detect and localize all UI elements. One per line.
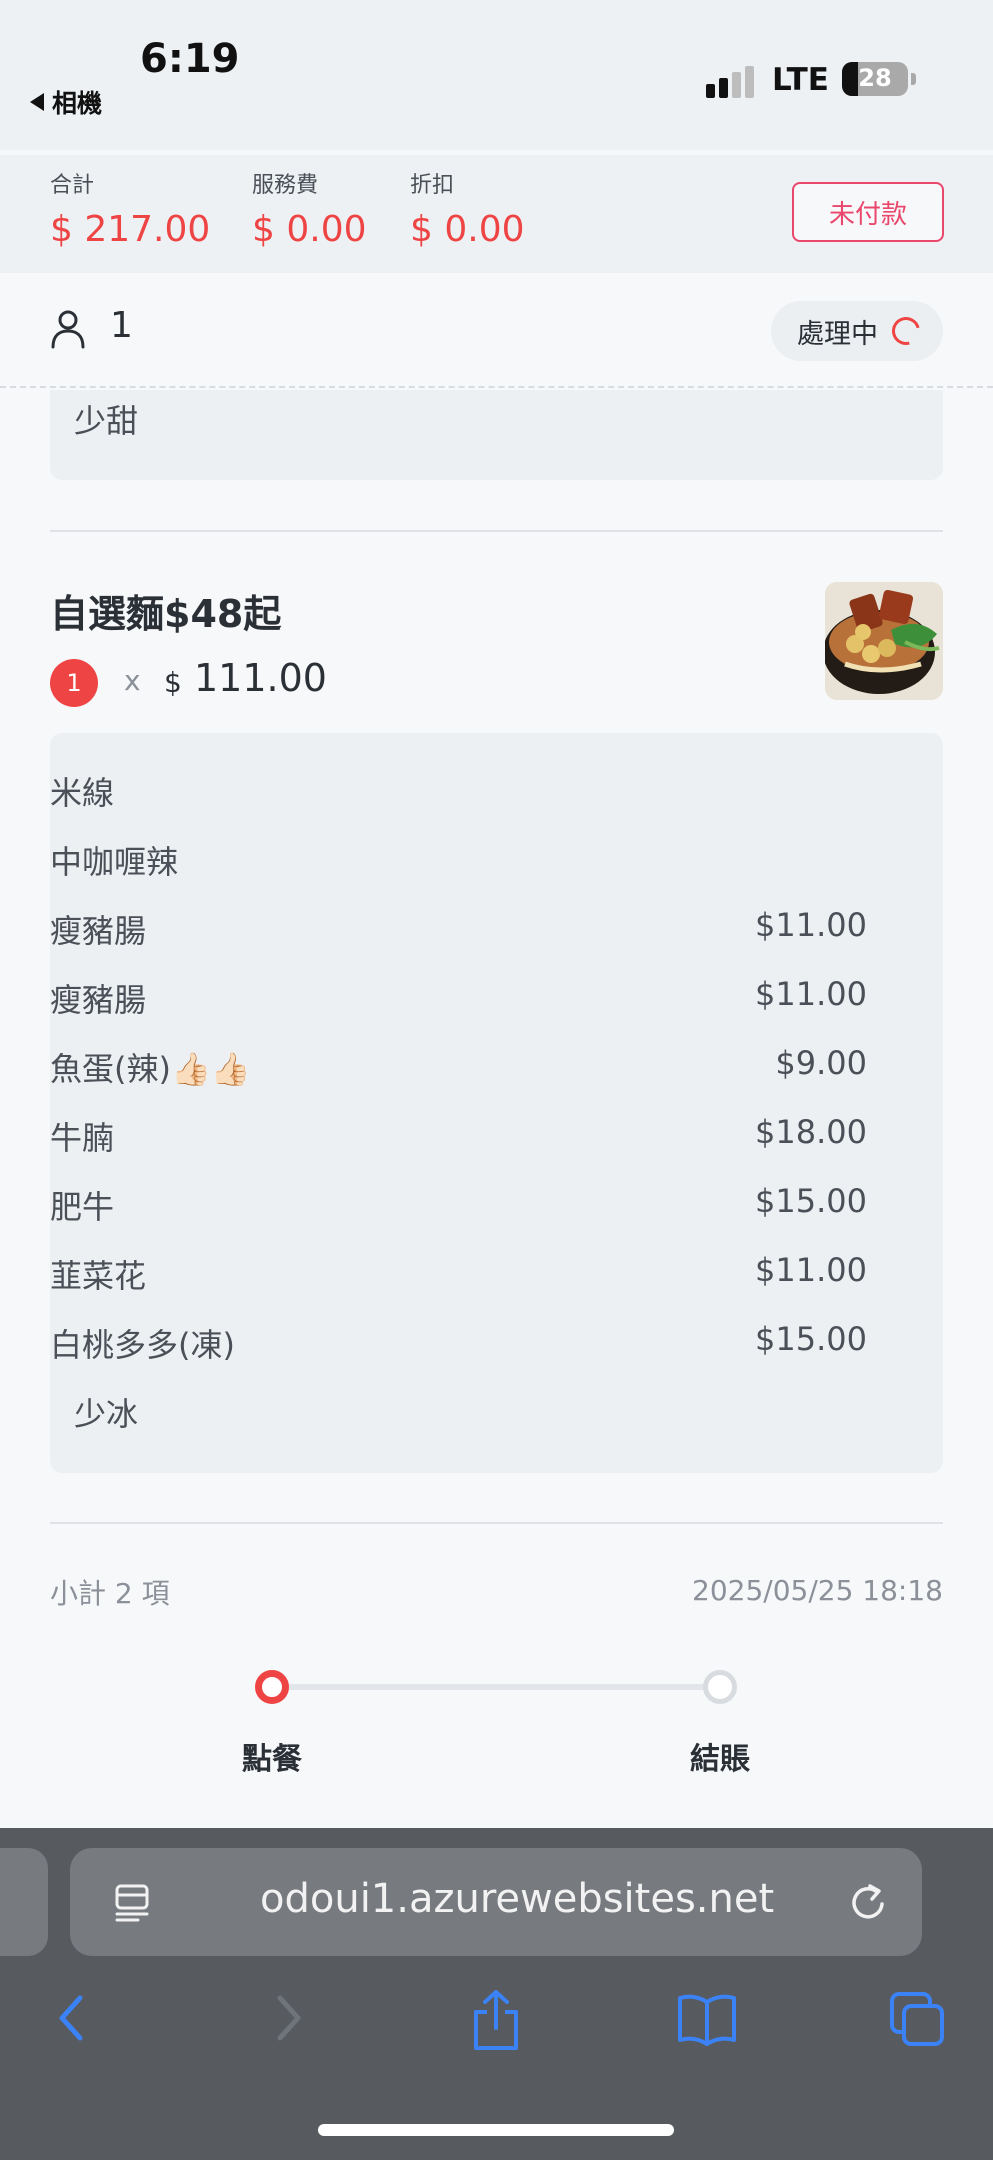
previous-tab-peek[interactable] xyxy=(0,1848,48,1956)
discount-value: $ 0.00 xyxy=(410,209,525,250)
battery-level: 28 xyxy=(858,64,892,92)
address-bar[interactable]: odoui1.azurewebsites.net xyxy=(70,1848,922,1956)
tabs-icon[interactable] xyxy=(888,1988,948,2048)
currency-symbol: $ xyxy=(164,666,182,699)
service-fee-label: 服務費 xyxy=(252,173,319,198)
option-name: 肥牛 xyxy=(50,1188,115,1226)
option-price: $11.00 xyxy=(755,975,867,1013)
guest-row: 1 處理中 xyxy=(0,273,993,388)
signal-icon xyxy=(706,66,758,98)
total-label: 合計 xyxy=(50,173,95,198)
battery-icon: 28 xyxy=(842,62,916,96)
share-icon[interactable] xyxy=(468,1988,524,2052)
service-fee-value: $ 0.00 xyxy=(252,209,367,250)
order-status-badge: 處理中 xyxy=(771,301,943,361)
service-fee-block: 服務費 $ 0.00 xyxy=(252,167,367,250)
home-indicator xyxy=(318,2124,674,2136)
back-icon[interactable] xyxy=(50,1988,94,2048)
option-name: 中咖喱辣 xyxy=(50,843,179,881)
browser-toolbar: odoui1.azurewebsites.net xyxy=(0,1828,993,2160)
option-price: $11.00 xyxy=(755,906,867,944)
step-order-dot xyxy=(255,1670,289,1704)
option-name: 瘦豬腸 xyxy=(50,912,147,950)
total-value: $ 217.00 xyxy=(50,209,211,250)
item-divider xyxy=(50,530,943,532)
option-price: $11.00 xyxy=(755,1251,867,1289)
total-block: 合計 $ 217.00 xyxy=(50,167,210,250)
url-text[interactable]: odoui1.azurewebsites.net xyxy=(260,1876,774,1922)
step-checkout-label: 結賬 xyxy=(690,1742,750,1777)
option-name: 瘦豬腸 xyxy=(50,981,147,1019)
item-price: 111.00 xyxy=(194,656,327,700)
quantity-badge: 1 xyxy=(50,659,98,707)
option-name: 少甜 xyxy=(74,402,139,440)
progress-track xyxy=(272,1684,720,1690)
forward-icon[interactable] xyxy=(266,1988,310,2048)
back-arrow-icon xyxy=(30,93,44,111)
step-order-label: 點餐 xyxy=(242,1742,302,1777)
option-name: 白桃多多(凍) xyxy=(50,1326,235,1364)
status-bar: 6:19 相機 LTE 28 xyxy=(0,0,993,150)
option-price: $15.00 xyxy=(755,1320,867,1358)
order-timestamp: 2025/05/25 18:18 xyxy=(692,1574,943,1607)
loading-spinner-icon xyxy=(886,311,926,351)
step-checkout-dot xyxy=(703,1670,737,1704)
option-price: $9.00 xyxy=(775,1044,867,1082)
option-name: 牛腩 xyxy=(50,1119,115,1157)
subtotal-count: 小計 2 項 xyxy=(50,1577,170,1610)
item-title: 自選麵$48起 xyxy=(50,592,282,636)
option-name: 米線 xyxy=(50,774,115,812)
back-to-app-link[interactable]: 相機 xyxy=(30,84,102,120)
option-name: 魚蛋(辣)👍🏻👍🏻 xyxy=(50,1050,251,1088)
network-type: LTE xyxy=(772,62,829,98)
discount-block: 折扣 $ 0.00 xyxy=(410,167,525,250)
guest-count: 1 xyxy=(110,305,133,346)
payment-status-button[interactable]: 未付款 xyxy=(792,182,944,242)
footer-divider xyxy=(50,1522,943,1524)
page-menu-icon[interactable] xyxy=(110,1880,154,1924)
status-time: 6:19 xyxy=(140,36,240,82)
option-name: 少冰 xyxy=(74,1395,139,1433)
option-price: $15.00 xyxy=(755,1182,867,1220)
back-app-label: 相機 xyxy=(52,89,103,118)
item-thumbnail xyxy=(825,582,943,700)
order-summary: 合計 $ 217.00 服務費 $ 0.00 折扣 $ 0.00 未付款 xyxy=(0,155,993,273)
option-price: $18.00 xyxy=(755,1113,867,1151)
previous-item-options xyxy=(50,390,943,480)
reload-icon[interactable] xyxy=(846,1880,890,1924)
bookmarks-icon[interactable] xyxy=(676,1988,738,2048)
person-icon xyxy=(51,310,85,349)
option-name: 韮菜花 xyxy=(50,1257,147,1295)
discount-label: 折扣 xyxy=(410,173,455,198)
order-status-text: 處理中 xyxy=(797,318,878,350)
times-sign: x xyxy=(124,664,141,697)
